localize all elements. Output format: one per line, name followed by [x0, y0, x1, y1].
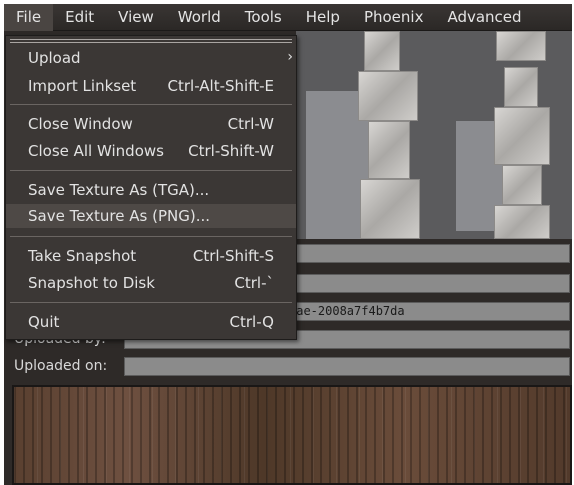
uploaded-on-field[interactable] [124, 357, 570, 376]
menu-edit[interactable]: Edit [53, 4, 106, 31]
submenu-arrow-icon: › [287, 49, 293, 65]
menu-item-save-texture-png[interactable]: Save Texture As (PNG)... [6, 204, 296, 228]
menu-file[interactable]: File [4, 3, 54, 31]
wood-texture-preview [12, 385, 572, 485]
menu-item-import-linkset[interactable]: Import Linkset Ctrl-Alt-Shift-E [6, 74, 296, 98]
menu-tools[interactable]: Tools [233, 4, 294, 31]
menu-item-shortcut: Ctrl-Shift-S [192, 247, 274, 265]
uploaded-on-label: Uploaded on: [14, 358, 108, 374]
menu-view[interactable]: View [106, 4, 166, 31]
menu-item-shortcut: Ctrl-Alt-Shift-E [167, 77, 274, 95]
menu-item-shortcut: Ctrl-Shift-W [188, 142, 274, 160]
menu-advanced[interactable]: Advanced [435, 4, 533, 31]
texture-name-field[interactable] [296, 244, 570, 263]
menu-item-label: Save Texture As (PNG)... [28, 207, 211, 225]
menu-separator [10, 104, 292, 105]
menu-item-label: Take Snapshot [28, 247, 137, 265]
menu-item-shortcut: Ctrl-Q [229, 313, 274, 331]
menu-item-label: Close Window [28, 115, 133, 133]
menu-help[interactable]: Help [294, 4, 352, 31]
menu-separator [10, 236, 292, 237]
menu-world[interactable]: World [166, 4, 233, 31]
tear-off-handle[interactable] [10, 39, 292, 43]
menu-phoenix[interactable]: Phoenix [352, 4, 436, 31]
menu-item-label: Snapshot to Disk [28, 274, 155, 292]
menu-item-label: Import Linkset [28, 77, 137, 95]
menu-separator [10, 170, 292, 171]
texture-desc-field[interactable] [296, 274, 570, 293]
menu-item-take-snapshot[interactable]: Take Snapshot Ctrl-Shift-S [6, 244, 296, 268]
menu-item-upload[interactable]: Upload › [6, 46, 296, 70]
texture-uuid-field[interactable]: 0ae-2008a7f4b7da [284, 302, 570, 321]
menu-item-snapshot-to-disk[interactable]: Snapshot to Disk Ctrl-` [6, 271, 296, 295]
menu-item-quit[interactable]: Quit Ctrl-Q [6, 310, 296, 334]
menu-item-label: Save Texture As (TGA)... [28, 181, 210, 199]
menu-item-close-window[interactable]: Close Window Ctrl-W [6, 112, 296, 136]
menu-item-shortcut: Ctrl-` [234, 274, 274, 292]
menu-item-label: Close All Windows [28, 142, 164, 160]
menu-item-save-texture-tga[interactable]: Save Texture As (TGA)... [6, 178, 296, 202]
menu-item-shortcut: Ctrl-W [227, 115, 274, 133]
menu-item-label: Upload [28, 49, 81, 67]
menu-item-close-all-windows[interactable]: Close All Windows Ctrl-Shift-W [6, 139, 296, 163]
menu-separator [10, 302, 292, 303]
texture-image [296, 31, 572, 239]
menu-bar: File Edit View World Tools Help Phoenix … [4, 3, 572, 31]
menu-item-label: Quit [28, 313, 60, 331]
uploaded-on-row: Uploaded on: [4, 354, 572, 380]
file-menu-dropdown: Upload › Import Linkset Ctrl-Alt-Shift-E… [5, 35, 297, 340]
